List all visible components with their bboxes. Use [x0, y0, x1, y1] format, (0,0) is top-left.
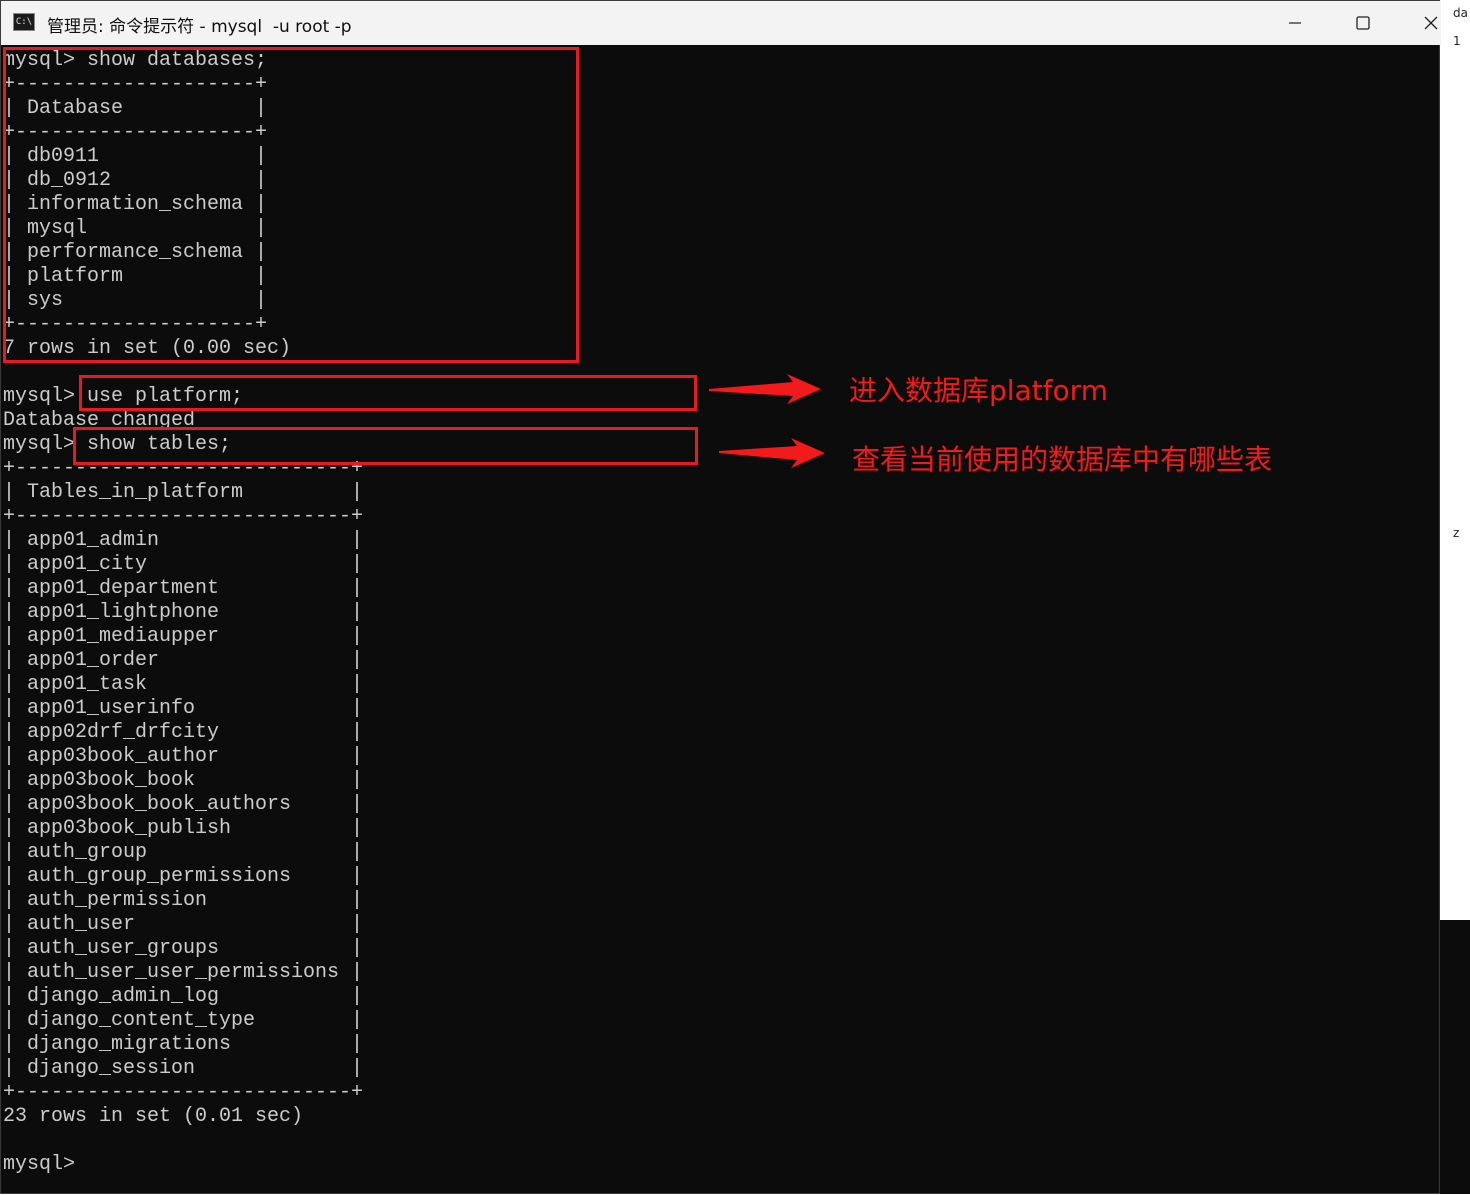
close-button[interactable] — [1397, 1, 1465, 45]
cmd-app-icon: C:\ — [13, 13, 35, 31]
close-icon — [1424, 16, 1438, 30]
window-title: 管理员: 命令提示符 - mysql -u root -p — [47, 17, 352, 37]
command-prompt-window: C:\ 管理员: 命令提示符 - mysql -u root -p mysql>… — [0, 0, 1441, 1194]
background-window-strip: da 1 z — [1437, 0, 1470, 1194]
title-bar[interactable]: C:\ 管理员: 命令提示符 - mysql -u root -p — [1, 1, 1441, 45]
terminal-line: mysql> — [3, 1153, 76, 1176]
minimize-icon — [1289, 22, 1301, 24]
terminal-line: | app01_userinfo | — [3, 697, 364, 720]
terminal-line: | django_migrations | — [3, 1033, 364, 1056]
terminal-line: | app03book_book_authors | — [3, 793, 364, 816]
terminal-line: | app01_city | — [3, 553, 364, 576]
annotation-show-tables: 查看当前使用的数据库中有哪些表 — [852, 443, 1273, 476]
terminal-line: 23 rows in set (0.01 sec) — [3, 1105, 304, 1128]
terminal-line: | app03book_author | — [3, 745, 364, 768]
arrow-icon — [709, 374, 821, 404]
background-window-lower — [1437, 920, 1470, 1194]
terminal-line: | auth_user_groups | — [3, 937, 364, 960]
terminal-line: | django_session | — [3, 1057, 364, 1080]
highlight-show-tables — [73, 427, 698, 465]
terminal-line: | Tables_in_platform | — [3, 481, 364, 504]
maximize-icon — [1356, 16, 1370, 30]
arrow-icon — [719, 438, 825, 468]
terminal-line: | auth_user_user_permissions | — [3, 961, 364, 984]
terminal-line: | app01_order | — [3, 649, 364, 672]
terminal-line: | django_admin_log | — [3, 985, 364, 1008]
highlight-show-databases — [3, 47, 579, 363]
terminal-line: | auth_group | — [3, 841, 364, 864]
background-text-fragment: z — [1453, 526, 1460, 540]
terminal-line: | django_content_type | — [3, 1009, 364, 1032]
terminal-line: | app01_mediaupper | — [3, 625, 364, 648]
annotation-use-platform: 进入数据库platform — [849, 374, 1108, 407]
highlight-use-platform — [79, 375, 697, 411]
terminal-line: | app01_admin | — [3, 529, 364, 552]
maximize-button[interactable] — [1329, 1, 1397, 45]
terminal-line: | app01_lightphone | — [3, 601, 364, 624]
minimize-button[interactable] — [1261, 1, 1329, 45]
terminal-line: | auth_permission | — [3, 889, 364, 912]
terminal-line: | app01_task | — [3, 673, 364, 696]
terminal-line: +----------------------------+ — [3, 1081, 364, 1104]
terminal-line: | app02drf_drfcity | — [3, 721, 364, 744]
terminal-line: | app03book_book | — [3, 769, 364, 792]
terminal-line: | app03book_publish | — [3, 817, 364, 840]
terminal-line: | app01_department | — [3, 577, 364, 600]
terminal-line: | auth_group_permissions | — [3, 865, 364, 888]
terminal-line: +----------------------------+ — [3, 505, 364, 528]
terminal-line: | auth_user | — [3, 913, 364, 936]
